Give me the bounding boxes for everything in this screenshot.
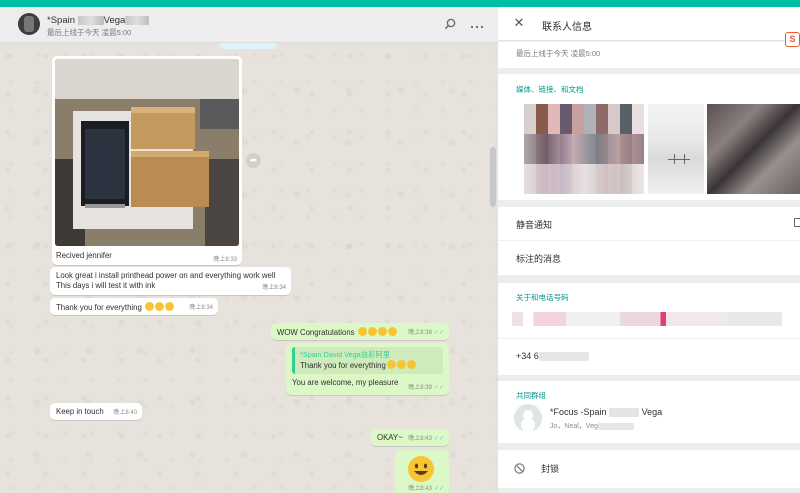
thumbs-up-emoji-icon (386, 360, 416, 370)
message-text: This days i will test it with ink (56, 281, 156, 290)
message-time: 晚上8:34 (262, 285, 286, 291)
message-time: 晚上8:38 (408, 330, 432, 336)
image-message[interactable]: Recived jennifer 晚上8:33 (52, 56, 242, 265)
contact-avatar[interactable] (18, 13, 40, 35)
message-text: OKAY~ (377, 433, 403, 442)
menu-dots-icon[interactable] (470, 18, 484, 32)
media-thumbnail-2[interactable] (648, 104, 704, 194)
about-section-label: 关于和电话号码 (516, 293, 569, 302)
incoming-message[interactable]: Thank you for everything 晚上8:34 (50, 298, 218, 315)
message-photo[interactable] (55, 59, 239, 246)
about-text-blurred (512, 312, 782, 326)
message-text: WOW Congratulations (277, 328, 355, 337)
redacted-blur (538, 352, 589, 362)
contact-info-title: 联系人信息 (542, 22, 592, 33)
group-members: Jo，Neal，Veg (550, 421, 634, 431)
block-row[interactable]: 封锁 (498, 450, 800, 488)
outgoing-emoji-message[interactable]: 晚上8:43 ✓✓ (395, 450, 449, 493)
common-groups-label: 共同群组 (516, 391, 546, 400)
block-label: 封锁 (541, 464, 560, 474)
thumbs-up-emoji-icon (144, 302, 174, 312)
redacted-blur (125, 15, 150, 25)
smile-emoji-icon (408, 456, 434, 482)
message-time: 晚上8:40 (113, 410, 137, 416)
mute-notifications-label: 静音通知 (516, 220, 553, 230)
mute-checkbox[interactable] (794, 218, 800, 227)
forward-icon[interactable]: ➦ (246, 153, 261, 168)
message-text: Thank you for everything (56, 303, 142, 312)
media-section-label: 媒体、链接、和文档 (516, 85, 584, 94)
block-icon (514, 463, 525, 474)
media-thumbnail-1[interactable] (524, 104, 644, 194)
quoted-message[interactable]: *Spain David Vega益彩阿里 Thank you for ever… (292, 347, 443, 374)
redacted-blur (597, 422, 634, 430)
incoming-message[interactable]: Look great i install printhead power on … (50, 267, 291, 295)
read-ticks-icon: ✓✓ (433, 486, 444, 492)
chat-header[interactable]: *Spain Vega 最后上线于今天 凌晨5:00 (0, 7, 498, 43)
previous-message-stub (220, 43, 276, 49)
about-phone-section: 关于和电话号码 +34 6 (498, 283, 800, 375)
message-time: 晚上8:43 (408, 436, 432, 442)
photo-caption: Recived jennifer (56, 251, 112, 260)
starred-messages-row[interactable]: 标注的消息 (498, 241, 800, 275)
contact-name[interactable]: *Spain Vega (47, 15, 150, 26)
outgoing-message[interactable]: WOW Congratulations 晚上8:38 ✓✓ (271, 323, 449, 340)
incoming-message[interactable]: Keep in touch 晚上8:40 (50, 403, 142, 420)
contact-last-seen: 最后上线于今天 凌晨5:00 (47, 28, 132, 37)
group-name[interactable]: *Focus -Spain Vega (550, 407, 662, 418)
message-time: 晚上8:33 (213, 257, 237, 263)
info-last-seen: 最后上线于今天 凌晨5:00 (516, 49, 601, 58)
quoted-text: Thank you for everything (300, 361, 386, 370)
message-time: 晚上8:43 (408, 486, 432, 492)
contact-info-header: ✕ 联系人信息 (498, 7, 800, 41)
outgoing-message[interactable]: OKAY~ 晚上8:43 ✓✓ (371, 429, 449, 446)
read-ticks-icon: ✓✓ (433, 436, 444, 442)
redacted-blur (77, 15, 104, 25)
message-text: Keep in touch (56, 407, 104, 416)
sogou-icon[interactable]: S (785, 32, 800, 47)
read-ticks-icon: ✓✓ (433, 330, 444, 336)
media-thumbnail-3[interactable] (707, 104, 800, 194)
group-avatar[interactable] (514, 404, 542, 432)
quoted-sender: *Spain David Vega益彩阿里 (300, 350, 391, 359)
contact-info-panel: ✕ 联系人信息 最后上线于今天 凌晨5:00 媒体、链接、和文档 静音通知 标注… (498, 7, 800, 493)
read-ticks-icon: ✓✓ (433, 385, 444, 391)
profile-card: 最后上线于今天 凌晨5:00 (498, 42, 800, 68)
starred-messages-label: 标注的消息 (516, 254, 562, 264)
message-time: 晚上8:39 (408, 385, 432, 391)
chat-scrollbar[interactable] (490, 147, 496, 207)
media-section[interactable]: 媒体、链接、和文档 (498, 74, 800, 200)
outgoing-reply-message[interactable]: *Spain David Vega益彩阿里 Thank you for ever… (286, 343, 449, 395)
emoji-icon (357, 327, 397, 337)
message-text: Look great i install printhead power on … (56, 271, 276, 280)
close-icon[interactable]: ✕ (512, 16, 526, 30)
app-top-bar (0, 0, 800, 7)
phone-number[interactable]: +34 6 (516, 351, 589, 362)
chat-pane: *Spain Vega 最后上线于今天 凌晨5:00 Recived jenni… (0, 7, 498, 493)
mute-notifications-row[interactable]: 静音通知 (498, 207, 800, 241)
message-time: 晚上8:34 (189, 305, 213, 311)
search-icon[interactable] (443, 18, 457, 32)
redacted-blur (609, 408, 640, 418)
